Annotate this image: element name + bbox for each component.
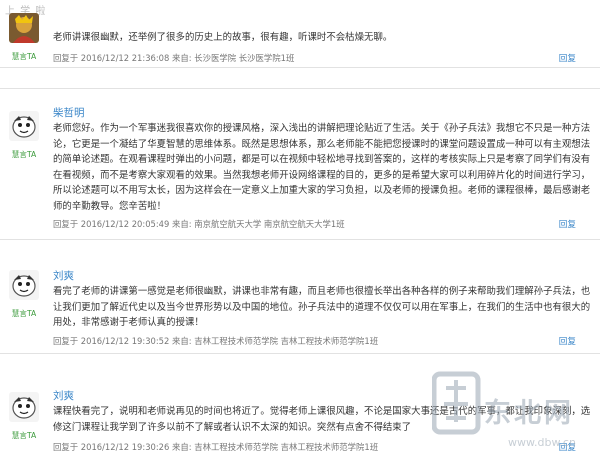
avatar-block: 慧言TA bbox=[7, 111, 41, 160]
comment-text: 老师您好。作为一个军事迷我很喜欢你的授课风格，深入浅出的讲解把理论贴近了生活。关… bbox=[53, 123, 591, 212]
comment-post: 慧言TA 老师讲课很幽默，还举例了很多的历史上的故事，很有趣，听课时不会枯燥无聊… bbox=[0, 0, 600, 68]
reply-button[interactable]: 回复 bbox=[559, 218, 576, 230]
comment-text: 课程快看完了，说明和老师说再见的时间也将近了。觉得老师上课很风趣，不论是国家大事… bbox=[53, 406, 591, 433]
comment-text: 看完了老师的讲课第一感觉是老师很幽默，讲课也非常有趣，而且老师也很擅长举出各种各… bbox=[53, 286, 591, 329]
author-name[interactable]: 柴哲明 bbox=[53, 105, 85, 120]
avatar-tag: 慧言TA bbox=[11, 52, 37, 61]
comment-post: 慧言TA 刘爽 课程快看完了，说明和老师说再见的时间也将近了。觉得老师上课很风趣… bbox=[0, 354, 600, 467]
avatar[interactable] bbox=[9, 13, 39, 43]
comment-meta: 回复于 2016/12/12 19:30:52 来自: 吉林工程技术师范学院 吉… bbox=[53, 336, 379, 346]
avatar-tag: 慧言TA bbox=[11, 309, 37, 318]
avatar[interactable] bbox=[9, 270, 39, 300]
author-name[interactable]: 刘爽 bbox=[53, 388, 74, 403]
comment-post: 慧言TA 刘爽 看完了老师的讲课第一感觉是老师很幽默，讲课也非常有趣，而且老师也… bbox=[0, 240, 600, 354]
comment-post: 慧言TA 柴哲明 老师您好。作为一个军事迷我很喜欢你的授课风格，深入浅出的讲解把… bbox=[0, 88, 600, 240]
comment-meta: 回复于 2016/12/12 21:36:08 来自: 长沙医学院 长沙医学院1… bbox=[53, 53, 295, 63]
avatar[interactable] bbox=[9, 111, 39, 141]
avatar-block: 慧言TA bbox=[7, 13, 41, 62]
avatar[interactable] bbox=[9, 392, 39, 422]
comment-text: 老师讲课很幽默，还举例了很多的历史上的故事，很有趣，听课时不会枯燥无聊。 bbox=[53, 32, 393, 43]
comment-meta: 回复于 2016/12/12 19:30:26 来自: 吉林工程技术师范学院 吉… bbox=[53, 442, 379, 452]
reply-button[interactable]: 回复 bbox=[559, 52, 576, 64]
avatar-tag: 慧言TA bbox=[11, 150, 37, 159]
reply-button[interactable]: 回复 bbox=[559, 335, 576, 347]
comment-meta: 回复于 2016/12/12 20:05:49 来自: 南京航空航天大学 南京航… bbox=[53, 219, 345, 229]
author-name[interactable]: 刘爽 bbox=[53, 268, 74, 283]
reply-button[interactable]: 回复 bbox=[559, 441, 576, 453]
avatar-block: 慧言TA bbox=[7, 392, 41, 441]
avatar-tag: 慧言TA bbox=[11, 431, 37, 440]
avatar-block: 慧言TA bbox=[7, 270, 41, 319]
